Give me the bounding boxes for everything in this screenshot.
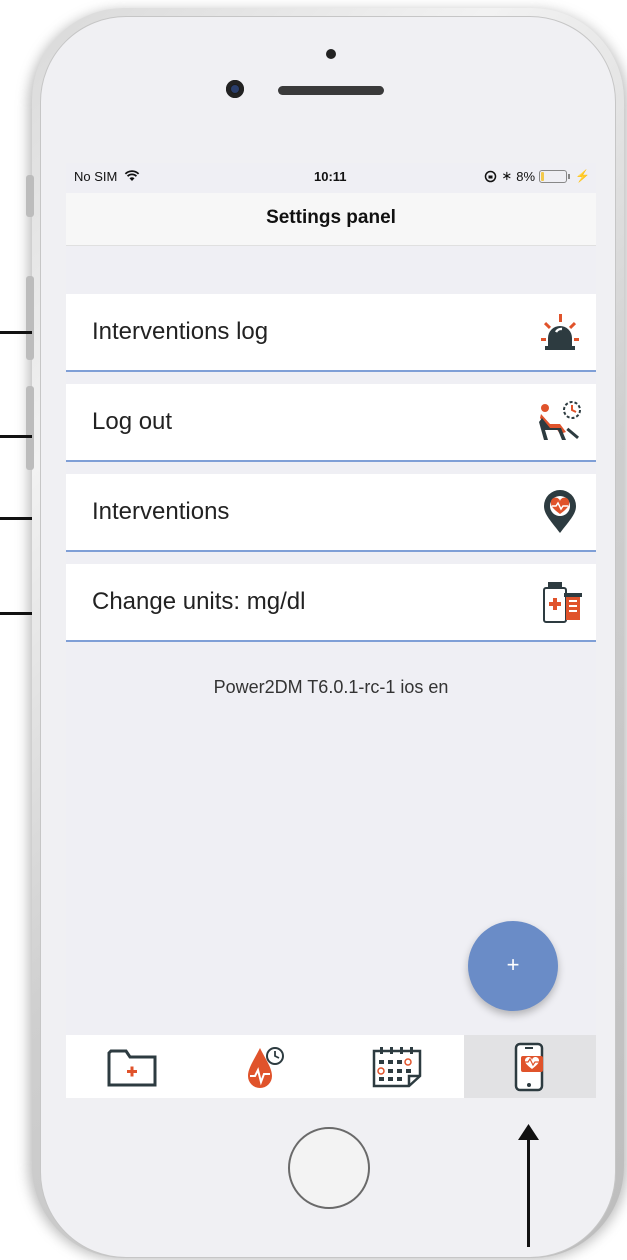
nav-bar: Settings panel: [66, 193, 596, 246]
annotation-line-3: [0, 517, 32, 520]
app-screen: No SIM 10:11 ∗ 8% ⚡ Settings panel Inter…: [66, 163, 596, 1098]
tab-calendar[interactable]: [331, 1035, 464, 1098]
status-bar: No SIM 10:11 ∗ 8% ⚡: [66, 163, 596, 193]
medical-folder-icon: [107, 1049, 157, 1086]
volume-up-button: [26, 276, 34, 360]
battery-icon: [539, 169, 571, 183]
charging-icon: ⚡: [575, 169, 590, 183]
proximity-sensor: [326, 49, 336, 59]
annotation-arrow-head: [518, 1124, 539, 1140]
page-title: Settings panel: [266, 207, 396, 228]
heart-pin-icon: [544, 490, 576, 533]
wifi-icon: [124, 170, 140, 181]
siren-icon: [541, 314, 579, 350]
tab-settings[interactable]: [463, 1035, 596, 1098]
battery-percent: 8%: [516, 168, 536, 184]
settings-item-label: Change units: mg/dl: [92, 588, 306, 615]
annotation-line-2: [0, 435, 32, 438]
medicine-icon: [543, 582, 582, 623]
bluetooth-icon: ∗: [501, 168, 513, 183]
carrier-status: No SIM: [74, 169, 140, 184]
status-right: ∗ 8% ⚡: [484, 168, 590, 184]
person-relax-icon: [539, 401, 581, 440]
settings-item-label: Interventions log: [92, 318, 269, 345]
settings-item-interventions[interactable]: Interventions: [66, 474, 596, 552]
version-label: Power2DM T6.0.1-rc-1 ios en: [213, 677, 449, 697]
front-camera: [226, 80, 244, 98]
annotation-line-4: [0, 612, 32, 615]
calendar-icon: [373, 1046, 422, 1087]
settings-item-log-out[interactable]: Log out: [66, 384, 596, 462]
home-button[interactable]: [288, 1127, 370, 1209]
settings-item-interventions-log[interactable]: Interventions log: [66, 294, 596, 372]
mute-switch: [26, 175, 34, 217]
status-time: 10:11: [314, 169, 347, 184]
annotation-line-1: [0, 331, 32, 334]
settings-item-label: Interventions: [92, 498, 230, 525]
earpiece-speaker: [278, 86, 384, 95]
volume-down-button: [26, 386, 34, 470]
add-button[interactable]: +: [468, 921, 558, 1011]
settings-item-label: Log out: [92, 408, 173, 435]
rotation-lock-icon: [485, 170, 497, 182]
annotation-arrow-shaft: [527, 1136, 530, 1247]
blood-drop-icon: [247, 1046, 284, 1088]
tab-measurements[interactable]: [199, 1035, 332, 1098]
settings-item-change-units[interactable]: Change units: mg/dl: [66, 564, 596, 642]
tab-bar: [66, 1035, 596, 1098]
phone-heart-icon: [514, 1042, 543, 1091]
tab-medical-record[interactable]: [66, 1035, 199, 1098]
carrier-label: No SIM: [74, 169, 118, 184]
